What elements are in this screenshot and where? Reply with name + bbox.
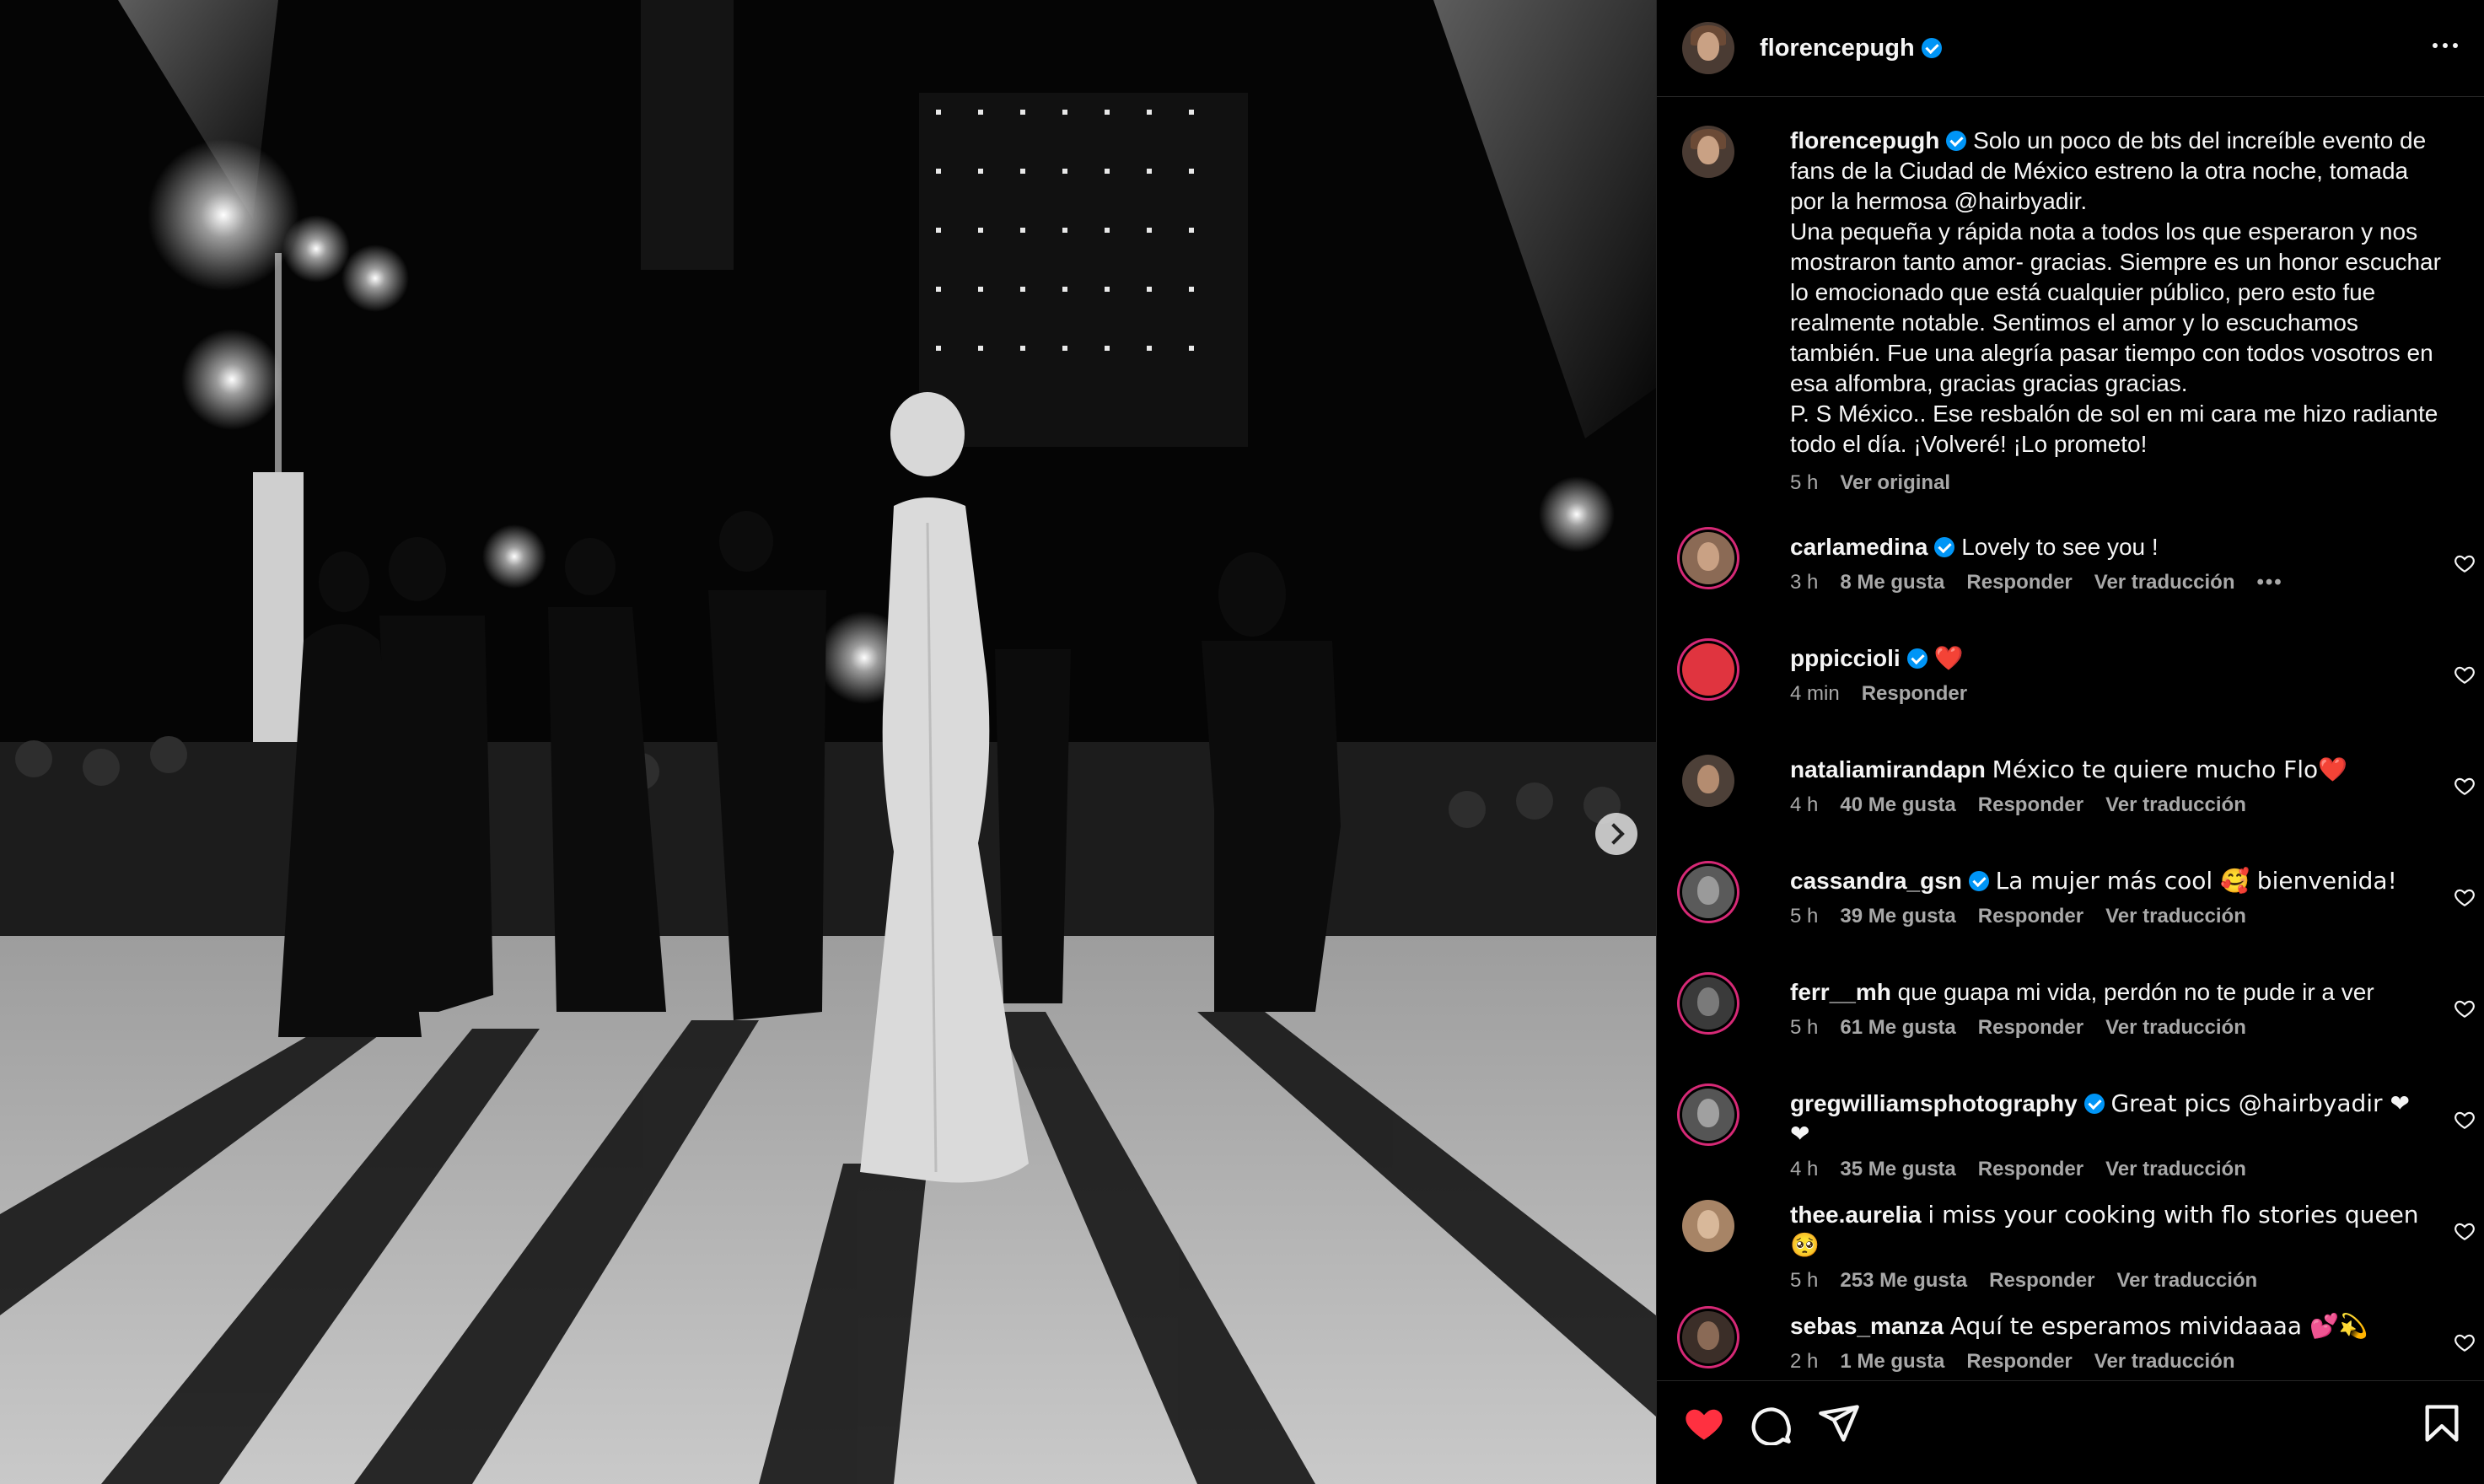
commenter-avatar[interactable]: [1682, 866, 1734, 918]
reply-button[interactable]: Responder: [1978, 1158, 2083, 1181]
comment-like-heart-icon[interactable]: [2454, 997, 2476, 1019]
comment-username[interactable]: cassandra_gsn: [1790, 868, 1962, 894]
commenter-avatar[interactable]: [1682, 1089, 1734, 1141]
comment-like-heart-icon[interactable]: [2454, 552, 2476, 574]
reply-button[interactable]: Responder: [1978, 905, 2083, 928]
caption-line: esa alfombra, gracias gracias gracias.: [1790, 370, 2188, 396]
send-icon[interactable]: [1817, 1401, 1861, 1445]
bookmark-icon[interactable]: [2420, 1401, 2464, 1445]
more-options-icon[interactable]: [2428, 29, 2462, 62]
verified-badge-icon: [1906, 648, 1928, 669]
next-photo-button[interactable]: [1595, 813, 1637, 855]
caption-text: florencepugh Solo un poco de bts del inc…: [1790, 126, 2450, 460]
verified-badge-icon: [1946, 131, 1967, 151]
comment-like-heart-icon[interactable]: [2454, 775, 2476, 797]
see-translation-link[interactable]: Ver traducción: [2105, 1016, 2246, 1040]
comment-like-heart-icon[interactable]: [2454, 886, 2476, 908]
comment-text: ❤️: [1933, 644, 1964, 672]
caption-line: realmente notable. Sentimos el amor y lo…: [1790, 309, 2358, 336]
post-image: [0, 0, 1656, 1484]
comment-username[interactable]: carlamedina: [1790, 534, 1928, 560]
caption-username[interactable]: florencepugh: [1790, 127, 1939, 153]
comment-icon[interactable]: [1750, 1401, 1793, 1445]
commenter-avatar[interactable]: [1682, 977, 1734, 1030]
caption-line: mostraron tanto amor- gracias. Siempre e…: [1790, 249, 2441, 275]
comments-section[interactable]: florencepugh Solo un poco de bts del inc…: [1657, 97, 2484, 1381]
post-side-panel: florencepugh florencepugh Solo un poco d…: [1656, 0, 2484, 1484]
caption-line: Una pequeña y rápida nota a todos los qu…: [1790, 218, 2418, 245]
caption-time[interactable]: 5 h: [1790, 471, 1818, 495]
chevron-right-icon: [1603, 823, 1625, 845]
comment-likes[interactable]: 253 Me gusta: [1840, 1269, 1967, 1293]
reply-button[interactable]: Responder: [1978, 1016, 2083, 1040]
comment-time[interactable]: 5 h: [1790, 905, 1818, 928]
comment-time[interactable]: 3 h: [1790, 571, 1818, 594]
see-translation-link[interactable]: Ver traducción: [2094, 571, 2235, 594]
heart-filled-icon[interactable]: [1682, 1401, 1726, 1445]
verified-badge-icon: [2083, 1094, 2105, 1114]
see-translation-link[interactable]: Ver traducción: [2105, 905, 2246, 928]
commenter-avatar[interactable]: [1682, 755, 1734, 807]
comment-time[interactable]: 2 h: [1790, 1350, 1818, 1374]
reply-button[interactable]: Responder: [1966, 571, 2072, 594]
commenter-avatar[interactable]: [1682, 643, 1734, 696]
caption-avatar[interactable]: [1682, 126, 1734, 178]
reply-button[interactable]: Responder: [1966, 1350, 2072, 1374]
author-avatar[interactable]: [1682, 22, 1734, 74]
comment-username[interactable]: nataliamirandapn: [1790, 756, 1986, 782]
reply-button[interactable]: Responder: [1862, 682, 1967, 706]
comment-time[interactable]: 5 h: [1790, 1269, 1818, 1293]
caption-line: por la hermosa @hairbyadir.: [1790, 188, 2088, 214]
comment-time[interactable]: 5 h: [1790, 1016, 1818, 1040]
caption-line: Solo un poco de bts del increíble evento…: [1973, 127, 2427, 153]
comment-username[interactable]: sebas_manza: [1790, 1313, 1944, 1339]
caption-line: también. Fue una alegría pasar tiempo co…: [1790, 340, 2433, 366]
commenter-avatar[interactable]: [1682, 532, 1734, 584]
caption-line: P. S México.. Ese resbalón de sol en mi …: [1790, 401, 2438, 427]
caption-line: lo emocionado que está cualquier público…: [1790, 279, 2376, 305]
post-actions-bar: [1657, 1380, 2484, 1484]
comment-likes[interactable]: 40 Me gusta: [1840, 793, 1955, 817]
see-translation-link[interactable]: Ver traducción: [2105, 793, 2246, 817]
comment-likes[interactable]: 8 Me gusta: [1840, 571, 1944, 594]
comment-likes[interactable]: 1 Me gusta: [1840, 1350, 1944, 1374]
see-translation-link[interactable]: Ver traducción: [2094, 1350, 2235, 1374]
comment-time[interactable]: 4 h: [1790, 793, 1818, 817]
comment-username[interactable]: thee.aurelia: [1790, 1202, 1922, 1228]
comment-username[interactable]: ferr__mh: [1790, 979, 1891, 1005]
comment-username[interactable]: pppiccioli: [1790, 645, 1901, 671]
commenter-avatar[interactable]: [1682, 1200, 1734, 1252]
reply-button[interactable]: Responder: [1978, 793, 2083, 817]
comment-text: México te quiere mucho Flo❤️: [1992, 755, 2348, 783]
author-username[interactable]: florencepugh: [1760, 35, 1915, 62]
comment-more-icon[interactable]: •••: [2257, 571, 2283, 594]
see-original-link[interactable]: Ver original: [1840, 471, 1950, 495]
post-header: florencepugh: [1657, 0, 2484, 97]
comment-time[interactable]: 4 h: [1790, 1158, 1818, 1181]
comment-time[interactable]: 4 min: [1790, 682, 1840, 706]
comment-likes[interactable]: 61 Me gusta: [1840, 1016, 1955, 1040]
comment-likes[interactable]: 39 Me gusta: [1840, 905, 1955, 928]
comment-like-heart-icon[interactable]: [2454, 1109, 2476, 1131]
comment-text: Lovely to see you !: [1961, 534, 2159, 560]
caption-line: fans de la Ciudad de México estreno la o…: [1790, 158, 2409, 184]
comment-username[interactable]: gregwilliamsphotography: [1790, 1090, 2078, 1116]
comment-like-heart-icon[interactable]: [2454, 1220, 2476, 1242]
caption-line: todo el día. ¡Volveré! ¡Lo prometo!: [1790, 431, 2148, 457]
comment-like-heart-icon[interactable]: [2454, 1331, 2476, 1353]
verified-badge-icon: [1921, 38, 1942, 58]
comment-text: Aquí te esperamos mividaaaa 💕💫: [1949, 1312, 2368, 1340]
reply-button[interactable]: Responder: [1989, 1269, 2094, 1293]
comment-text: que guapa mi vida, perdón no te pude ir …: [1897, 979, 2374, 1005]
verified-badge-icon: [1934, 537, 1955, 557]
comment-text: La mujer más cool 🥰 bienvenida!: [1995, 867, 2397, 895]
verified-badge-icon: [1968, 871, 1989, 891]
post-photo[interactable]: [0, 0, 1656, 1484]
comment-likes[interactable]: 35 Me gusta: [1840, 1158, 1955, 1181]
comment-like-heart-icon[interactable]: [2454, 664, 2476, 686]
see-translation-link[interactable]: Ver traducción: [2116, 1269, 2257, 1293]
commenter-avatar[interactable]: [1682, 1311, 1734, 1363]
see-translation-link[interactable]: Ver traducción: [2105, 1158, 2246, 1181]
